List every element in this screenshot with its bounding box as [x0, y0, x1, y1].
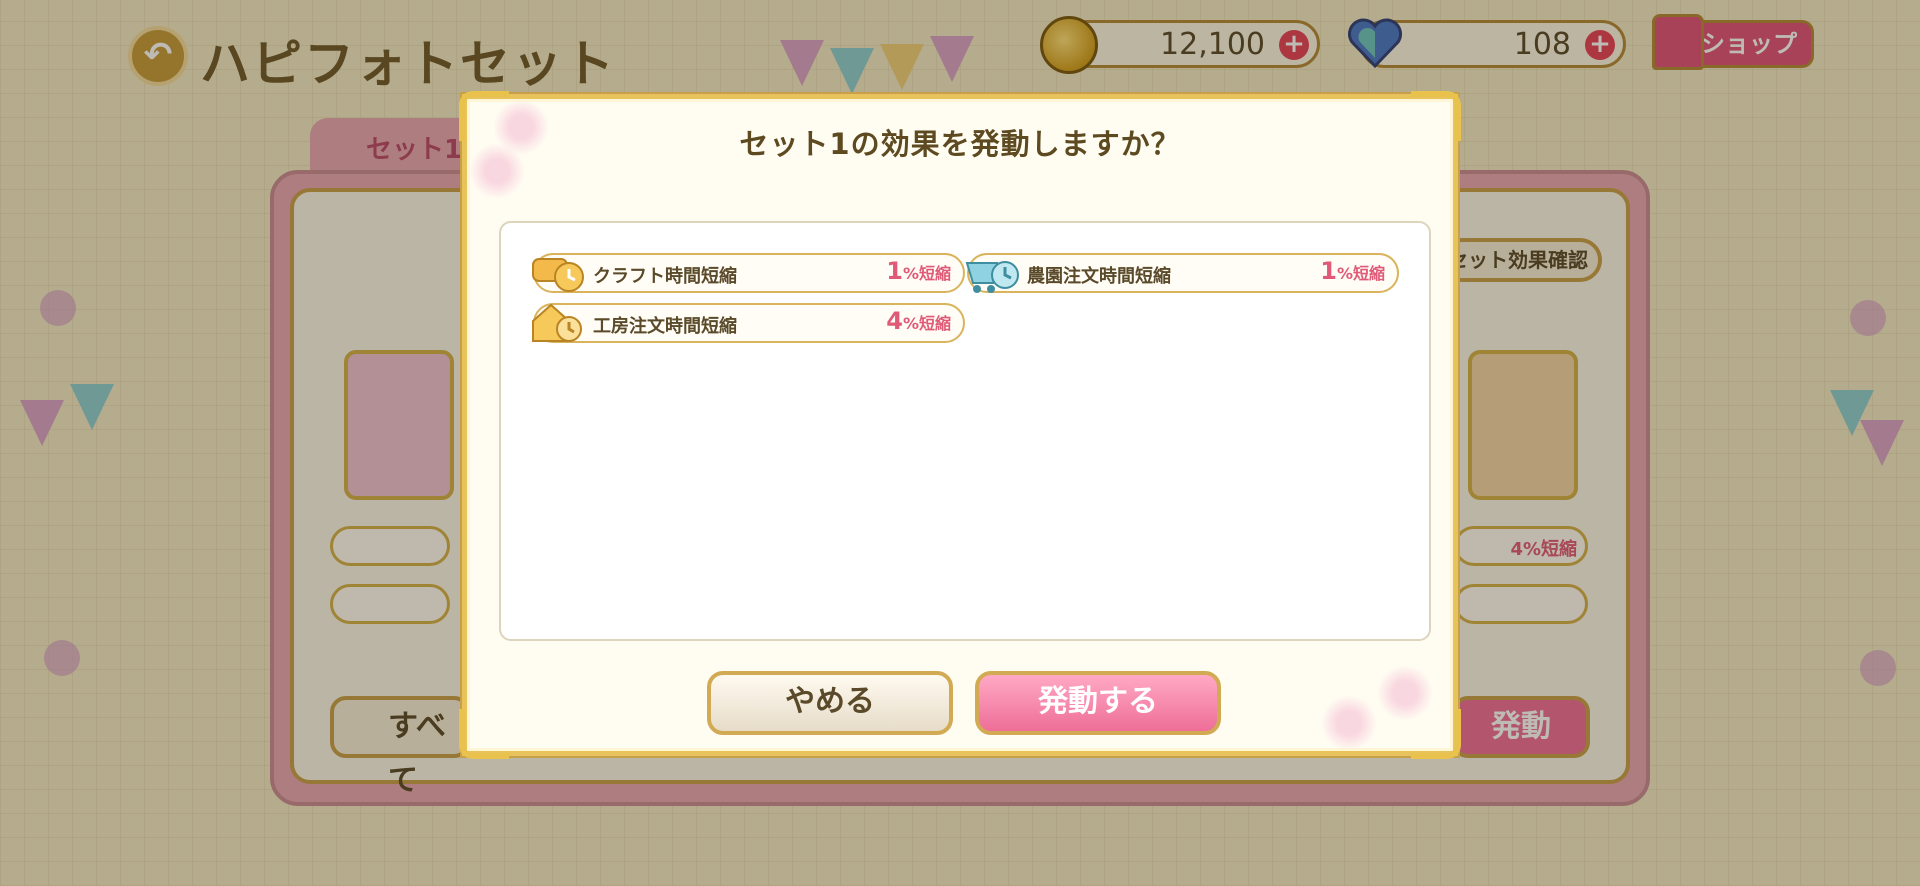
effect-value: 1%短縮 — [1320, 257, 1385, 285]
effect-name: 工房注文時間短縮 — [593, 316, 737, 337]
cancel-button-label: やめる — [785, 684, 875, 719]
effect-value-number: 1 — [886, 257, 903, 285]
corner-ornament — [459, 709, 509, 759]
effect-item: 農園注文時間短縮 1%短縮 — [965, 253, 1399, 293]
dialog-title: セット1の効果を発動しますか？ — [739, 127, 1181, 161]
sakura-decoration — [1377, 665, 1433, 721]
effect-name: クラフト時間短縮 — [593, 266, 737, 287]
effect-value: 4%短縮 — [886, 307, 951, 335]
confirm-activate-button[interactable]: 発動する — [975, 671, 1221, 735]
effect-value-number: 4 — [886, 307, 903, 335]
effect-item: クラフト時間短縮 1%短縮 — [532, 253, 965, 293]
effect-value: 1%短縮 — [886, 257, 951, 285]
farm-cart-clock-icon — [965, 261, 1019, 293]
workshop-clock-icon — [532, 303, 582, 342]
effect-name: 農園注文時間短縮 — [1027, 266, 1171, 287]
craft-clock-icon — [532, 258, 584, 292]
sakura-decoration — [1321, 695, 1377, 751]
confirm-button-label: 発動する — [1038, 684, 1158, 719]
effect-value-unit: %短縮 — [902, 314, 951, 333]
effect-item: 工房注文時間短縮 4%短縮 — [532, 303, 965, 343]
effect-value-unit: %短縮 — [1336, 264, 1385, 283]
effect-list: クラフト時間短縮 1%短縮 農園注文時間短縮 1%短縮 工房注文時間短縮 4%短… — [499, 221, 1431, 641]
effect-value-number: 1 — [1320, 257, 1337, 285]
activate-effect-dialog: セット1の効果を発動しますか？ クラフト時間短縮 1%短縮 農園注文時間短縮 1… — [459, 91, 1461, 759]
effect-value-unit: %短縮 — [902, 264, 951, 283]
cancel-button[interactable]: やめる — [707, 671, 953, 735]
